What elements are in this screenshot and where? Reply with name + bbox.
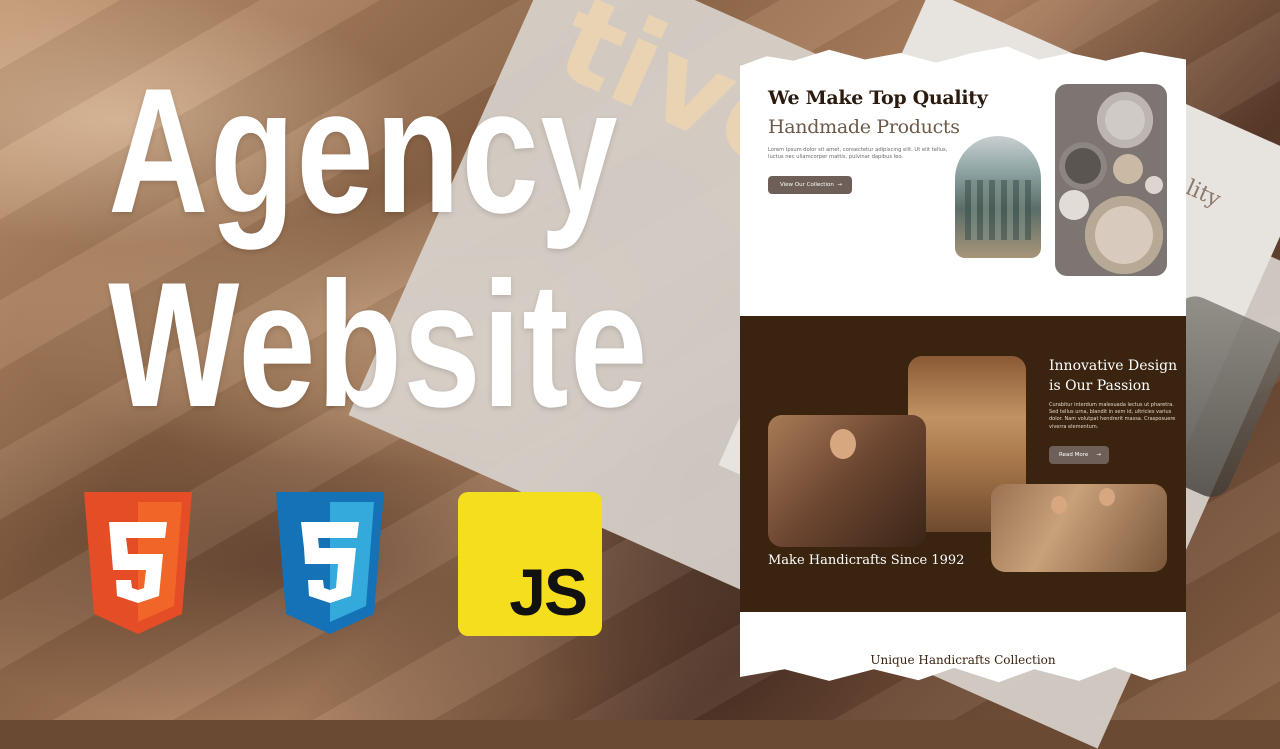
- carpenters-image: [991, 484, 1167, 572]
- craftsman-image: [768, 415, 926, 547]
- since-heading: Make Handicrafts Since 1992: [768, 553, 965, 568]
- feature-description: Curabitur interdum malesuada lectus ut p…: [1049, 402, 1176, 430]
- view-collection-button[interactable]: View Our Collection →: [768, 176, 852, 194]
- css3-icon: [276, 492, 384, 634]
- website-mockup: We Make Top Quality Handmade Products Lo…: [740, 46, 1186, 683]
- view-collection-label: View Our Collection: [780, 182, 834, 188]
- html5-icon: [84, 492, 192, 634]
- read-more-button[interactable]: Read More →: [1049, 446, 1109, 464]
- feature-title: Innovative Design is Our Passion: [1049, 358, 1178, 394]
- title-line-website: Website: [108, 245, 649, 444]
- ceramic-plates-image: [1055, 84, 1167, 276]
- arrow-right-icon: →: [1096, 452, 1101, 458]
- store-interior-image: [955, 136, 1041, 258]
- title-line-agency: Agency: [108, 51, 620, 250]
- thumbnail-title: Agency Website: [40, 62, 660, 434]
- hero-title: We Make Top Quality: [768, 87, 988, 109]
- javascript-label: JS: [509, 555, 588, 629]
- hero-subtitle: Handmade Products: [768, 116, 960, 138]
- read-more-label: Read More: [1059, 452, 1089, 458]
- collection-title: Unique Handicrafts Collection: [870, 653, 1056, 667]
- arrow-right-icon: →: [837, 182, 842, 188]
- hero-description: Lorem ipsum dolor sit amet, consectetur …: [768, 147, 948, 160]
- javascript-icon: JS: [458, 492, 602, 636]
